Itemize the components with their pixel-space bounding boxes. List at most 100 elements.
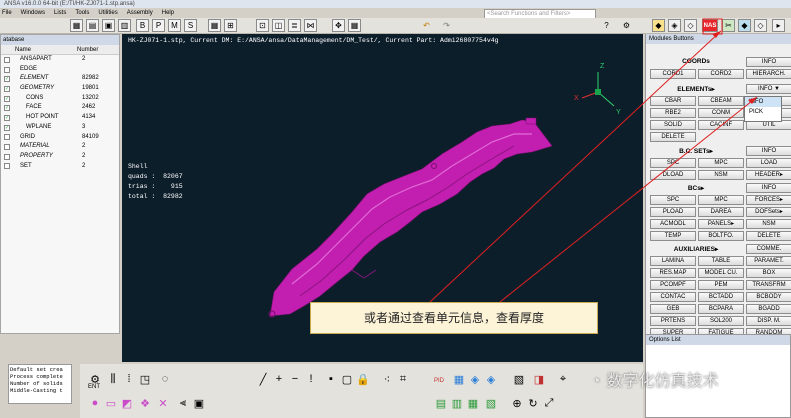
tool-c-icon[interactable]: ◇: [684, 19, 697, 32]
aux-button[interactable]: RES.MAP: [650, 268, 696, 278]
minus-icon[interactable]: −: [288, 372, 302, 386]
menu-windows[interactable]: Windows: [21, 8, 45, 18]
elements-button[interactable]: SOLID: [650, 120, 696, 130]
wire-view-icon[interactable]: ▦: [452, 372, 466, 386]
col-number[interactable]: Number: [77, 45, 117, 54]
filter-icon[interactable]: ▦: [348, 19, 361, 32]
tool-b-icon[interactable]: ◈: [668, 19, 681, 32]
rotate-icon[interactable]: ↻: [526, 396, 540, 410]
view-b-icon[interactable]: ▥: [450, 396, 464, 410]
view-a-icon[interactable]: ▤: [434, 396, 448, 410]
aux-button[interactable]: TRANSFRM: [746, 280, 791, 290]
coords-section-title[interactable]: COORDs: [648, 58, 744, 65]
bcsets-button[interactable]: HEADER▸: [746, 170, 791, 180]
elements-button[interactable]: DELETE: [650, 132, 696, 142]
bcs-info-button[interactable]: INFO: [746, 183, 791, 193]
aux-button[interactable]: PARAMET.: [746, 256, 791, 266]
aux-button[interactable]: PEM: [698, 280, 744, 290]
bcs-button[interactable]: SPC: [650, 195, 696, 205]
database-row[interactable]: ✓ GEOMETRY 19801: [1, 84, 119, 94]
tool-a-icon[interactable]: ◆: [652, 19, 665, 32]
aux-section-title[interactable]: AUXILIARIES▸: [648, 245, 744, 253]
undo-icon[interactable]: ↶: [420, 19, 433, 32]
solid-icon[interactable]: ●: [88, 396, 102, 410]
aux-button[interactable]: BCPARA: [698, 304, 744, 314]
col-name[interactable]: Name: [1, 45, 77, 54]
coords-button[interactable]: CORD1: [650, 69, 696, 79]
menu-utilities[interactable]: Utilities: [98, 8, 117, 18]
bcsets-info-button[interactable]: INFO: [746, 146, 791, 156]
aux-button[interactable]: SOL200: [698, 316, 744, 326]
bcs-button[interactable]: PANELS▸: [698, 219, 744, 229]
shape-icon[interactable]: ◳: [138, 372, 152, 386]
mode-p-icon[interactable]: P: [152, 19, 165, 32]
tree-icon[interactable]: ⊞: [224, 19, 237, 32]
database-row[interactable]: ✓ WPLANE 3: [1, 123, 119, 133]
visibility-checkbox[interactable]: [4, 56, 10, 63]
aux-comment-button[interactable]: COMME.: [746, 244, 791, 254]
nodes-icon[interactable]: ⁖: [380, 372, 394, 386]
coords-button[interactable]: CORD2: [698, 69, 744, 79]
part-geometry[interactable]: [268, 117, 553, 318]
bcsets-button[interactable]: DLOAD: [650, 170, 696, 180]
separate-icon[interactable]: !: [304, 372, 318, 386]
bcs-button[interactable]: PLOAD: [650, 207, 696, 217]
layers-icon[interactable]: ≣: [288, 19, 301, 32]
view-d-icon[interactable]: ▧: [484, 396, 498, 410]
grid-icon[interactable]: ▦: [208, 19, 221, 32]
database-row[interactable]: ✓ HOT POINT 4134: [1, 113, 119, 123]
visibility-checkbox[interactable]: ✓: [4, 95, 10, 102]
plane-icon[interactable]: ▣: [192, 396, 206, 410]
face-icon[interactable]: ▭: [104, 396, 118, 410]
tool-f-icon[interactable]: ◇: [754, 19, 767, 32]
dropdown-item-info[interactable]: INFO: [745, 97, 781, 107]
coords-info-button[interactable]: INFO: [746, 57, 791, 67]
visibility-icon[interactable]: ⌗: [396, 372, 410, 386]
bcs-button[interactable]: ACMODL: [650, 219, 696, 229]
bcsets-button[interactable]: LOAD: [746, 158, 791, 168]
aux-button[interactable]: PCOMPF: [650, 280, 696, 290]
aux-button[interactable]: TABLE: [698, 256, 744, 266]
mode-b-icon[interactable]: B: [136, 19, 149, 32]
tool-g-icon[interactable]: ▸: [772, 19, 785, 32]
bcsets-button[interactable]: SPC: [650, 158, 696, 168]
visibility-checkbox[interactable]: [4, 153, 10, 160]
menu-lists[interactable]: Lists: [54, 8, 66, 18]
bcs-button[interactable]: DAREA: [698, 207, 744, 217]
bcs-button[interactable]: FORCES▸: [746, 195, 791, 205]
aux-button[interactable]: BCBODY: [746, 292, 791, 302]
bcs-button[interactable]: NSM: [746, 219, 791, 229]
visibility-checkbox[interactable]: ✓: [4, 76, 10, 83]
zoom-icon[interactable]: ⊕: [510, 396, 524, 410]
database-row[interactable]: PROPERTY 2: [1, 152, 119, 162]
visibility-checkbox[interactable]: [4, 134, 10, 141]
menu-tools[interactable]: Tools: [75, 8, 89, 18]
pick-icon[interactable]: ✥: [332, 19, 345, 32]
fit-icon[interactable]: ⤢: [542, 396, 556, 410]
aux-button[interactable]: GEB: [650, 304, 696, 314]
shell-icon[interactable]: ◩: [120, 396, 134, 410]
bcs-button[interactable]: BOLTFO.: [698, 231, 744, 241]
visibility-checkbox[interactable]: [4, 66, 10, 73]
section-icon[interactable]: ⫷: [176, 396, 190, 410]
mesh-view-icon[interactable]: ◈: [484, 372, 498, 386]
list-icon[interactable]: ▤: [86, 19, 99, 32]
bcs-button[interactable]: DELETE: [746, 231, 791, 241]
cube-icon[interactable]: ◨: [532, 372, 546, 386]
connect-icon[interactable]: ⋈: [304, 19, 317, 32]
mode-m-icon[interactable]: M: [168, 19, 181, 32]
bcs-section-title[interactable]: BCs▸: [648, 184, 744, 192]
database-row[interactable]: ✓ ELEMENT 82982: [1, 74, 119, 84]
database-row[interactable]: GRID 84109: [1, 133, 119, 143]
save-icon[interactable]: ▣: [102, 19, 115, 32]
bcs-button[interactable]: TEMP: [650, 231, 696, 241]
aux-button[interactable]: DISP. M.: [746, 316, 791, 326]
visibility-checkbox[interactable]: ✓: [4, 85, 10, 92]
aux-button[interactable]: BOX: [746, 268, 791, 278]
bcsets-section-title[interactable]: B.C. SETs▸: [648, 147, 744, 155]
aux-button[interactable]: MODEL CU.: [698, 268, 744, 278]
dropdown-item-pick[interactable]: PICK: [745, 107, 781, 117]
database-row[interactable]: ✓ FACE 2462: [1, 103, 119, 113]
view-c-icon[interactable]: ▦: [466, 396, 480, 410]
bcsets-button[interactable]: MPC: [698, 158, 744, 168]
